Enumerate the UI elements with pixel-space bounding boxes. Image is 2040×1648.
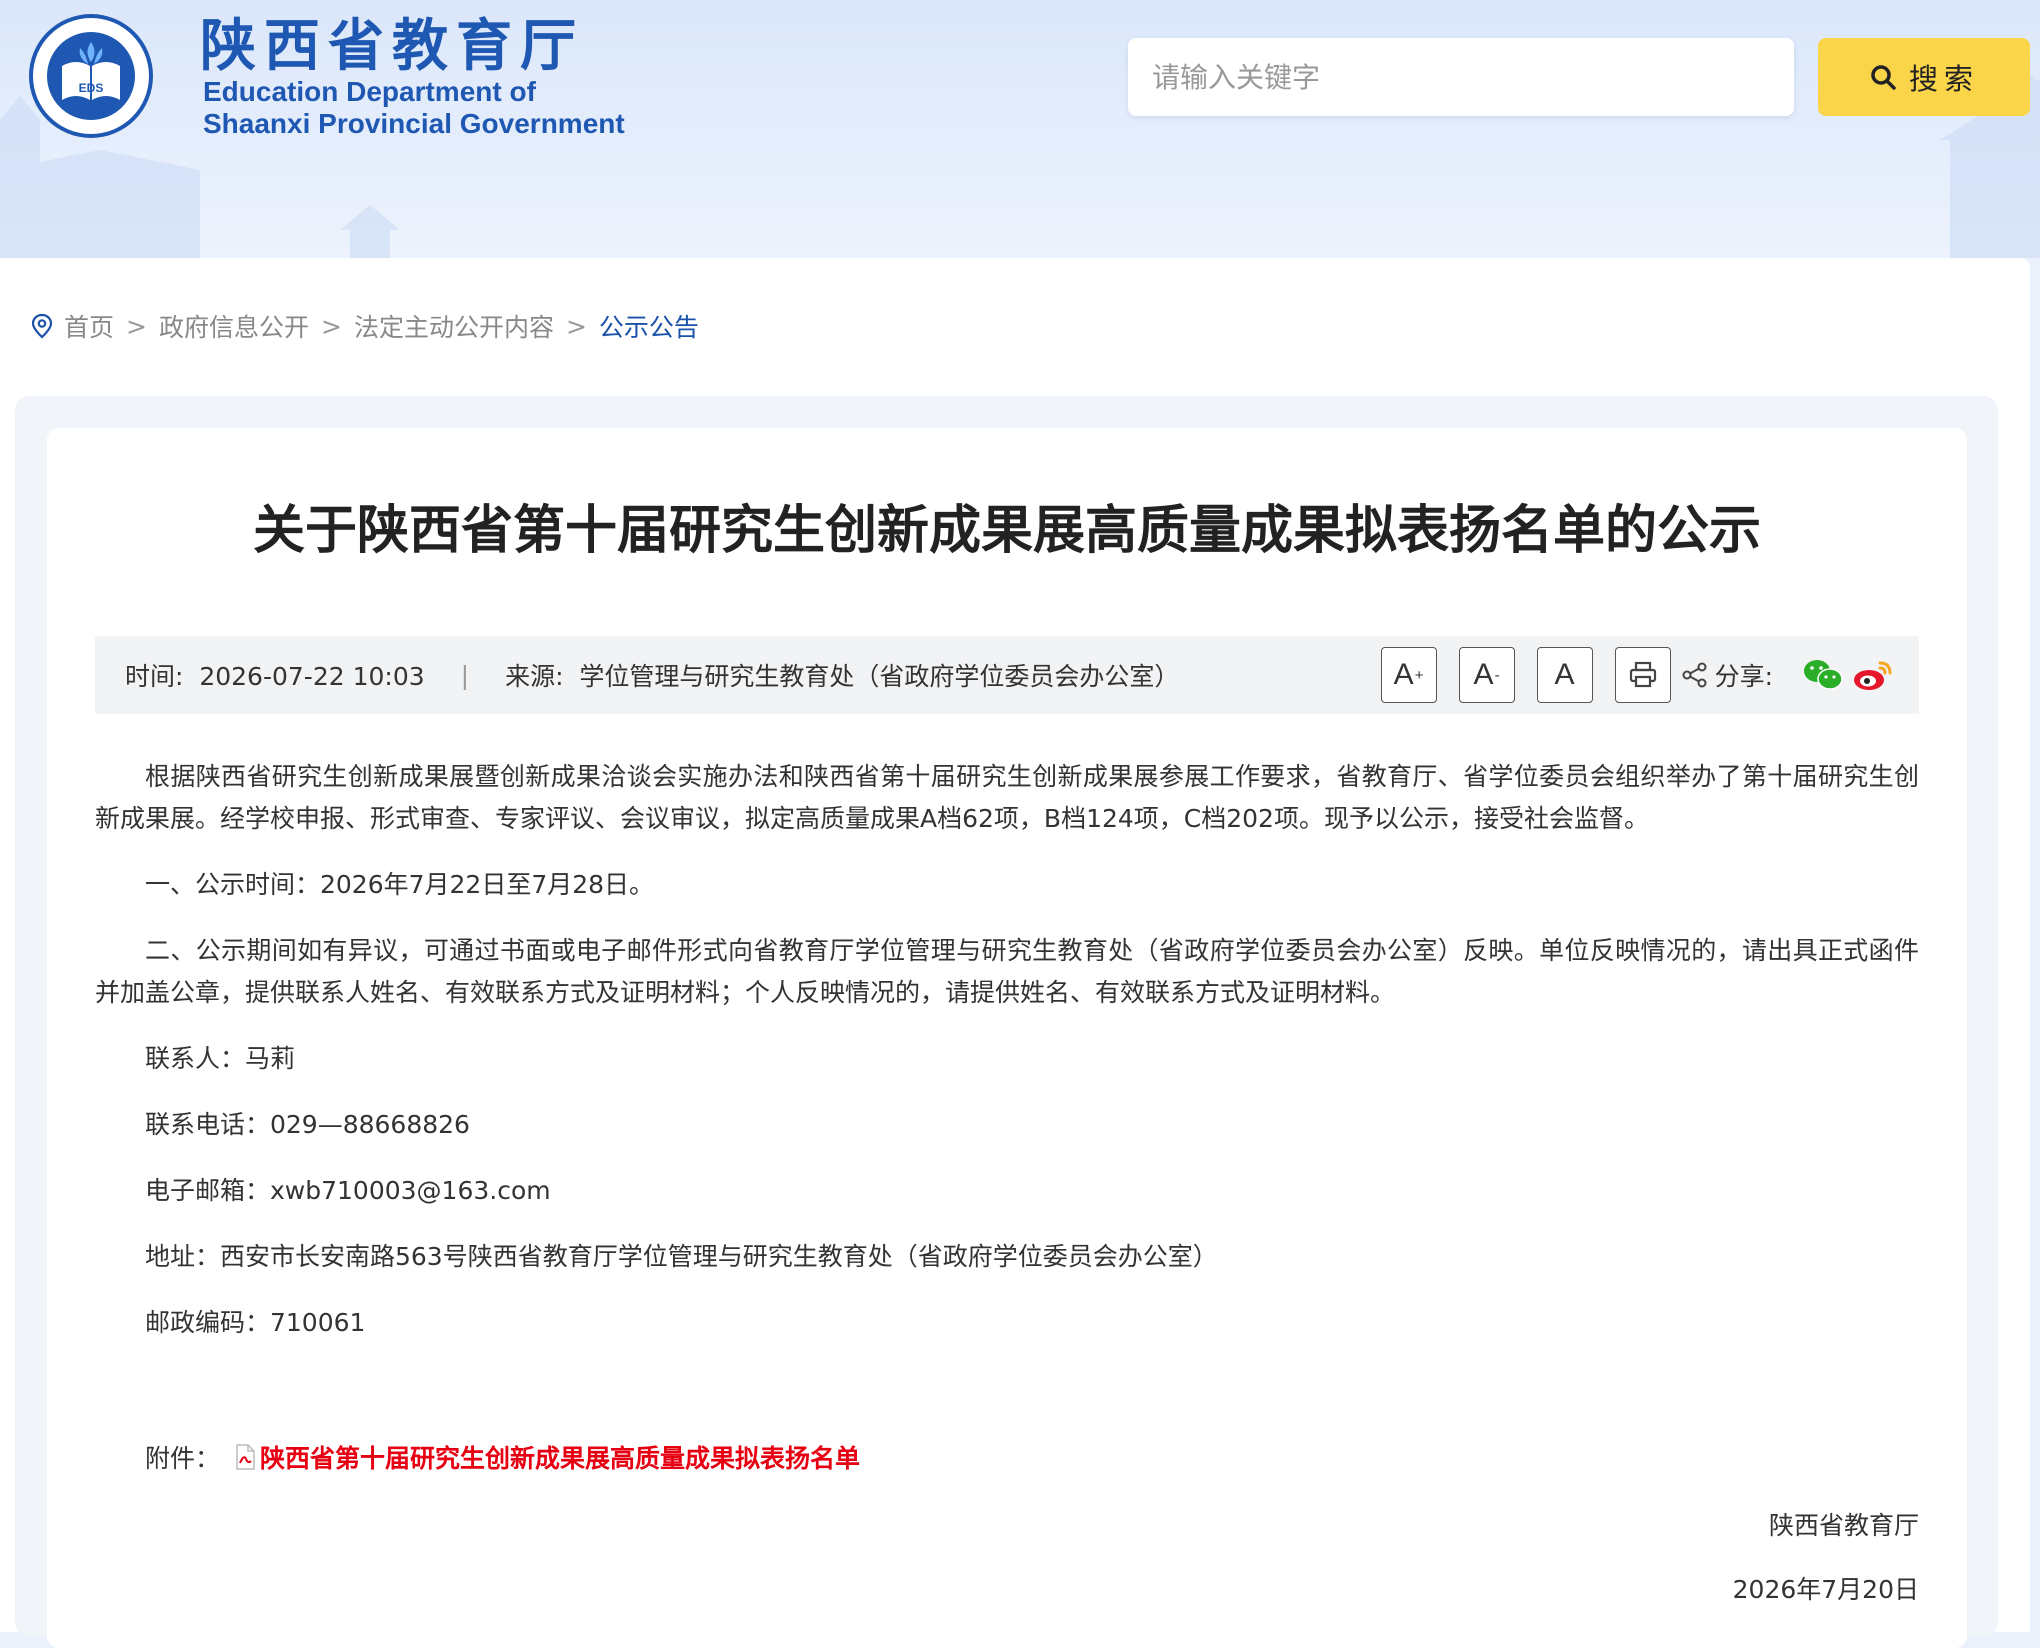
printer-icon: [1629, 661, 1656, 688]
breadcrumb-home[interactable]: 首页: [64, 308, 114, 344]
font-size-increase-button[interactable]: A +: [1380, 647, 1437, 703]
publish-time-label: 时间:: [125, 662, 184, 691]
contact-address: 地址：西安市长安南路563号陕西省教育厅学位管理与研究生教育处（省政府学位委员会…: [145, 1242, 1218, 1271]
search-button-label: 搜索: [1908, 62, 1979, 96]
font-large-label: A: [1393, 658, 1414, 691]
source-label: 来源:: [505, 662, 564, 691]
attachment: 附件： 陕西省第十届研究生创新成果展高质量成果拟表扬名单: [145, 1439, 860, 1475]
attachment-label: 附件：: [145, 1444, 221, 1473]
site-title-en-line2: Shaanxi Provincial Government: [203, 108, 625, 139]
plus-sign: +: [1414, 666, 1424, 684]
site-title-en-line1: Education Department of: [203, 76, 536, 107]
breadcrumb-separator: >: [320, 311, 342, 341]
share-label: 分享:: [1681, 657, 1773, 693]
site-title-cn: 陕西省教育厅: [200, 13, 584, 79]
attachment-link[interactable]: 陕西省第十届研究生创新成果展高质量成果拟表扬名单: [260, 1439, 860, 1475]
weibo-icon: [1854, 661, 1892, 690]
svg-text:EDS: EDS: [79, 81, 104, 95]
breadcrumb-separator: >: [565, 311, 587, 341]
share-icon: [1682, 662, 1707, 688]
font-default-label: A: [1554, 658, 1575, 691]
emblem-logo: EDS: [29, 14, 153, 138]
paragraph-objection: 二、公示期间如有异议，可通过书面或电子邮件形式向省教育厅学位管理与研究生教育处（…: [95, 936, 1919, 1007]
paragraph-period: 一、公示时间：2026年7月22日至7月28日。: [145, 870, 655, 899]
wechat-icon: [1804, 660, 1843, 690]
article: 关于陕西省第十届研究生创新成果展高质量成果拟表扬名单的公示 时间: 2026-0…: [47, 428, 1967, 1648]
minus-sign: -: [1494, 666, 1500, 684]
signer: 陕西省教育厅: [1768, 1511, 1919, 1540]
article-source: 来源: 学位管理与研究生教育处（省政府学位委员会办公室）: [505, 657, 1179, 693]
publish-time: 时间: 2026-07-22 10:03: [125, 657, 425, 693]
article-meta-bar: 时间: 2026-07-22 10:03 | 来源: 学位管理与研究生教育处（省…: [95, 636, 1919, 714]
article-tools: A + A- A 分享:: [1380, 647, 1895, 703]
weibo-share-button[interactable]: [1851, 653, 1895, 697]
sign-date: 2026年7月20日: [1732, 1575, 1919, 1604]
page-content: 首页 > 政府信息公开 > 法定主动公开内容 > 公示公告 关于陕西省第十届研究…: [0, 258, 2030, 1648]
search-icon: [1871, 65, 1896, 90]
font-size-default-button[interactable]: A: [1536, 647, 1593, 703]
wechat-share-button[interactable]: [1801, 653, 1845, 697]
publish-time-value: 2026-07-22 10:03: [199, 662, 425, 691]
contact-phone: 联系电话：029—88668826: [145, 1110, 470, 1139]
contact-person: 联系人：马莉: [145, 1044, 296, 1073]
breadcrumb-separator: >: [126, 311, 147, 341]
site-title-en: Education Department of Shaanxi Provinci…: [203, 76, 625, 140]
postal-code: 邮政编码：710061: [145, 1308, 366, 1337]
search-input[interactable]: [1128, 38, 1794, 116]
breadcrumb: 首页 > 政府信息公开 > 法定主动公开内容 > 公示公告: [30, 308, 699, 344]
meta-divider: |: [460, 660, 470, 690]
breadcrumb-statutory-content[interactable]: 法定主动公开内容: [354, 308, 554, 344]
font-small-label: A: [1473, 658, 1494, 691]
search-button[interactable]: 搜索: [1818, 38, 2030, 116]
article-body: 根据陕西省研究生创新成果展暨创新成果洽谈会实施办法和陕西省第十届研究生创新成果展…: [95, 756, 1919, 1344]
contact-email: 电子邮箱：xwb710003@163.com: [145, 1176, 551, 1205]
source-value: 学位管理与研究生教育处（省政府学位委员会办公室）: [579, 662, 1180, 691]
breadcrumb-gov-info[interactable]: 政府信息公开: [159, 308, 309, 344]
paragraph-intro: 根据陕西省研究生创新成果展暨创新成果洽谈会实施办法和陕西省第十届研究生创新成果展…: [95, 762, 1919, 833]
pdf-file-icon: [236, 1444, 255, 1470]
location-pin-icon: [31, 313, 53, 339]
site-header: EDS 陕西省教育厅 Education Department of Shaan…: [0, 0, 2040, 258]
breadcrumb-announcements[interactable]: 公示公告: [599, 308, 699, 344]
share-label-text: 分享:: [1714, 662, 1773, 691]
font-size-decrease-button[interactable]: A-: [1458, 647, 1515, 703]
article-title: 关于陕西省第十届研究生创新成果展高质量成果拟表扬名单的公示: [252, 501, 1761, 561]
print-button[interactable]: [1614, 647, 1671, 703]
